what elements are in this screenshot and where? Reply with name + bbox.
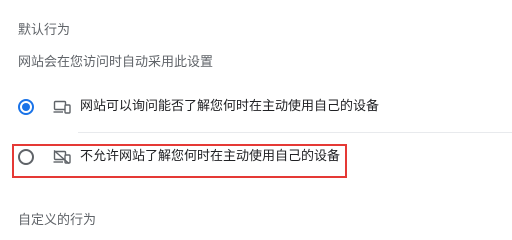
option-block[interactable]: 不允许网站了解您何时在主动使用自己的设备 <box>18 145 512 169</box>
radio-block[interactable] <box>18 149 34 165</box>
device-icon <box>52 99 72 115</box>
option-allow-ask[interactable]: 网站可以询问能否了解您何时在主动使用自己的设备 <box>18 95 512 119</box>
option-allow-ask-label: 网站可以询问能否了解您何时在主动使用自己的设备 <box>80 99 380 114</box>
device-off-icon <box>52 149 72 165</box>
default-behavior-heading: 默认行为 <box>18 23 71 38</box>
custom-behavior-heading: 自定义的行为 <box>18 213 97 228</box>
radio-allow-ask[interactable] <box>18 99 34 115</box>
option-block-label: 不允许网站了解您何时在主动使用自己的设备 <box>80 149 341 164</box>
divider <box>78 132 512 133</box>
radio-selected-dot <box>22 103 30 111</box>
default-behavior-description: 网站会在您访问时自动采用此设置 <box>18 55 214 70</box>
